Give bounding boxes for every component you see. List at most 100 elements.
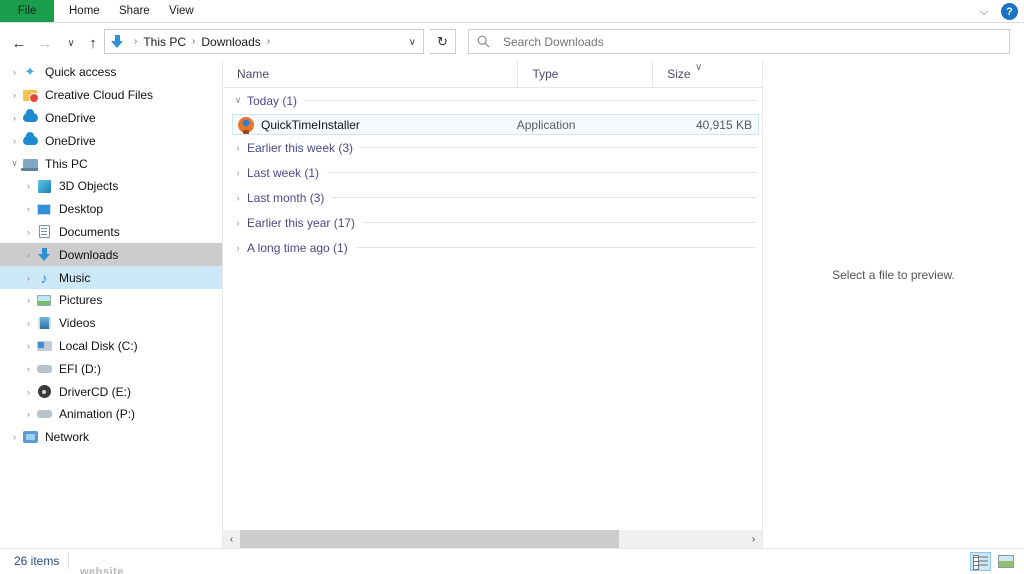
sidebar-item-label: Pictures	[59, 293, 103, 308]
folder-cc-icon	[21, 87, 39, 103]
sidebar-item-creative-cloud-files[interactable]: › Creative Cloud Files	[0, 84, 222, 107]
large-icons-view-icon	[997, 555, 1014, 568]
expander-icon[interactable]: ∨	[8, 158, 21, 169]
navigation-pane[interactable]: › ✦ Quick access › Creative Cloud Files › OneD…	[0, 61, 222, 548]
expander-icon[interactable]: ›	[8, 113, 21, 123]
expander-icon[interactable]: ›	[22, 181, 35, 191]
downloads-arrow-icon	[111, 34, 124, 49]
chevron-right-icon[interactable]: ›	[231, 143, 245, 153]
expander-icon[interactable]: ›	[8, 90, 21, 100]
sidebar-item-label: Animation (P:)	[59, 407, 136, 422]
breadcrumb-this-pc[interactable]: This PC	[142, 35, 187, 49]
local-disk-icon	[35, 338, 53, 354]
expander-icon[interactable]: ›	[22, 387, 35, 397]
chevron-right-icon[interactable]: ›	[231, 218, 245, 228]
sidebar-item-3d-objects[interactable]: › 3D Objects	[0, 175, 222, 198]
file-name-cell: QuickTimeInstaller	[261, 117, 360, 132]
expander-icon[interactable]: ›	[22, 204, 35, 214]
sidebar-item-desktop[interactable]: › Desktop	[0, 198, 222, 221]
recent-locations-button[interactable]: ∨	[60, 32, 82, 54]
sidebar-item-pictures[interactable]: › Pictures	[0, 289, 222, 312]
tab-home[interactable]: Home	[60, 0, 109, 22]
file-group-header[interactable]: › Last month (3)	[223, 185, 762, 210]
sidebar-item-network[interactable]: › Network	[0, 426, 222, 449]
table-row[interactable]: QuickTimeInstaller Application 40,915 KB	[232, 114, 759, 135]
sidebar-item-efi-d[interactable]: › EFI (D:)	[0, 357, 222, 380]
sidebar-item-label: Quick access	[45, 65, 117, 80]
scrollbar-track[interactable]	[240, 530, 745, 548]
column-header-name[interactable]: Name	[223, 61, 517, 88]
expander-icon[interactable]: ›	[22, 341, 35, 351]
expander-icon[interactable]: ›	[8, 432, 21, 442]
scroll-left-icon[interactable]: ‹	[223, 530, 240, 548]
sidebar-item-this-pc[interactable]: ∨ This PC	[0, 152, 222, 175]
chevron-right-icon[interactable]: ›	[231, 168, 245, 178]
file-group-header[interactable]: › A long time ago (1)	[223, 235, 762, 260]
expander-icon[interactable]: ›	[8, 67, 21, 77]
breadcrumb-separator: ›	[266, 36, 271, 47]
up-button[interactable]: ↑	[82, 32, 104, 54]
sidebar-item-music[interactable]: › ♪ Music	[0, 266, 222, 289]
drive-icon	[35, 406, 53, 422]
horizontal-scrollbar[interactable]: ‹ ›	[222, 530, 762, 548]
back-button[interactable]: ←	[8, 32, 30, 54]
expander-icon[interactable]: ›	[22, 295, 35, 305]
expander-icon[interactable]: ›	[22, 409, 35, 419]
sidebar-item-onedrive[interactable]: › OneDrive	[0, 129, 222, 152]
file-group-header[interactable]: ∨ Today (1)	[223, 88, 762, 113]
sidebar-item-label: Documents	[59, 224, 120, 239]
expander-icon[interactable]: ›	[22, 318, 35, 328]
breadcrumb-downloads[interactable]: Downloads	[200, 35, 261, 49]
expander-icon[interactable]: ›	[22, 364, 35, 374]
forward-button[interactable]: →	[34, 32, 56, 54]
tab-file[interactable]: File	[0, 0, 54, 22]
expander-icon[interactable]: ›	[22, 227, 35, 237]
refresh-button[interactable]: ↻	[430, 29, 456, 54]
chevron-down-icon[interactable]: ∨	[231, 95, 245, 106]
group-divider	[355, 247, 756, 248]
tab-share[interactable]: Share	[110, 0, 159, 22]
chevron-down-icon[interactable]: ⌵	[976, 4, 992, 20]
file-group-header[interactable]: › Earlier this week (3)	[223, 135, 762, 160]
expander-icon[interactable]: ›	[22, 250, 35, 260]
scrollbar-thumb[interactable]	[240, 530, 619, 548]
cloud-icon	[21, 132, 39, 149]
expander-icon[interactable]: ›	[8, 136, 21, 146]
sidebar-item-quick-access[interactable]: › ✦ Quick access	[0, 61, 222, 84]
expander-icon[interactable]: ›	[22, 273, 35, 283]
column-header-type[interactable]: Type	[517, 60, 652, 88]
cloud-icon	[21, 109, 39, 126]
sidebar-item-documents[interactable]: › Documents	[0, 221, 222, 244]
sidebar-item-onedrive[interactable]: › OneDrive	[0, 107, 222, 130]
sidebar-item-local-disk-c[interactable]: › Local Disk (C:)	[0, 335, 222, 358]
search-input[interactable]: Search Downloads	[468, 29, 1010, 54]
chevron-right-icon[interactable]: ›	[231, 193, 245, 203]
column-type-label: Type	[532, 67, 559, 81]
file-group-header[interactable]: › Last week (1)	[223, 160, 762, 185]
address-chevron-down-icon[interactable]: ∨	[409, 37, 416, 48]
file-group-label: Last week (1)	[247, 165, 320, 180]
tab-view[interactable]: View	[160, 0, 203, 22]
chevron-right-icon[interactable]: ›	[231, 243, 245, 253]
sidebar-item-animation-p[interactable]: › Animation (P:)	[0, 403, 222, 426]
file-size-cell: 40,915 KB	[695, 117, 752, 132]
group-divider	[361, 147, 756, 148]
file-list-pane: Name Type Size ∨ ∨ Today (1) QuickTimeInst…	[222, 60, 762, 548]
details-view-button[interactable]	[970, 552, 991, 571]
sort-indicator-icon: ∨	[695, 62, 703, 73]
sidebar-item-label: EFI (D:)	[59, 361, 101, 376]
scroll-right-icon[interactable]: ›	[745, 530, 762, 548]
address-bar[interactable]: › This PC › Downloads › ∨	[104, 29, 424, 54]
sidebar-item-drivercd-e[interactable]: › DriverCD (E:)	[0, 380, 222, 403]
sidebar-item-videos[interactable]: › Videos	[0, 312, 222, 335]
star-icon: ✦	[24, 64, 36, 80]
column-size-label: Size	[667, 67, 691, 81]
videos-icon	[35, 315, 53, 331]
large-icons-view-button[interactable]	[995, 552, 1016, 571]
sidebar-item-downloads[interactable]: › Downloads	[0, 243, 222, 267]
file-explorer-window: File Home Share View ⌵ ? ← → ∨ ↑ › This …	[0, 0, 1024, 574]
quicktime-icon	[238, 116, 254, 134]
column-header-size[interactable]: Size	[652, 60, 762, 88]
help-icon[interactable]: ?	[1001, 3, 1018, 20]
file-group-header[interactable]: › Earlier this year (17)	[223, 210, 762, 235]
